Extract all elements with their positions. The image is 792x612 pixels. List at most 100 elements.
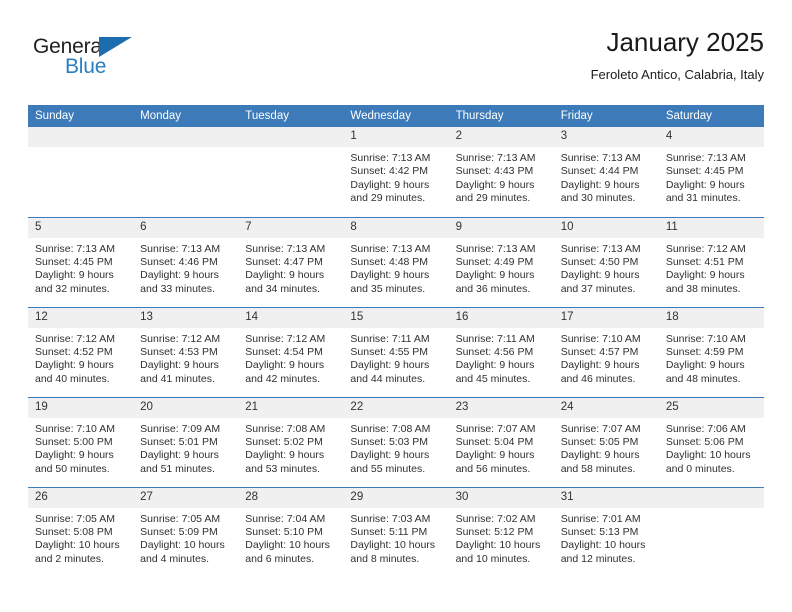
daylight-text-line1: Daylight: 9 hours (350, 449, 430, 462)
sunrise-text: Sunrise: 7:01 AM (560, 512, 641, 525)
daylight-text-line1: Daylight: 9 hours (35, 359, 114, 372)
calendar-day-cell[interactable]: 2 Sunrise: 7:13 AM Sunset: 4:43 PM Daylight… (448, 127, 554, 217)
sunset-text: Sunset: 5:09 PM (140, 525, 218, 538)
daylight-text-line1: Daylight: 9 hours (245, 449, 325, 462)
day-details: Sunrise: 7:02 AM Sunset: 5:12 PM Daylight:… (449, 508, 554, 567)
sunrise-text: Sunrise: 7:06 AM (665, 422, 746, 435)
calendar-day-cell[interactable]: 9 Sunrise: 7:13 AM Sunset: 4:49 PM Daylight… (448, 216, 554, 307)
calendar-day-cell[interactable]: 19 Sunrise: 7:10 AM Sunset: 5:00 PM Dayligh… (28, 396, 134, 487)
sunset-text: Sunset: 4:56 PM (455, 345, 534, 358)
day-details: Sunrise: 7:12 AM Sunset: 4:53 PM Daylight:… (133, 328, 238, 387)
day-number: 6 (133, 217, 239, 238)
sunrise-text: Sunrise: 7:02 AM (455, 512, 536, 525)
sunset-text: Sunset: 5:12 PM (455, 525, 534, 538)
day-details: Sunrise: 7:01 AM Sunset: 5:13 PM Daylight:… (554, 508, 659, 567)
daylight-text-line2: and 30 minutes. (560, 192, 636, 205)
daylight-text-line1: Daylight: 10 hours (35, 539, 120, 552)
day-number: 10 (553, 217, 659, 238)
calendar-day-cell[interactable]: 26 Sunrise: 7:05 AM Sunset: 5:08 PM Dayligh… (28, 486, 134, 577)
day-details: Sunrise: 7:11 AM Sunset: 4:56 PM Daylight:… (449, 328, 554, 387)
sunrise-text: Sunrise: 7:04 AM (245, 512, 326, 525)
weekday-header-row: Sunday Monday Tuesday Wednesday Thursday… (28, 105, 764, 127)
calendar-day-cell[interactable]: 30 Sunrise: 7:02 AM Sunset: 5:12 PM Dayligh… (448, 486, 554, 577)
day-number: 26 (28, 487, 134, 508)
calendar-cell-empty (28, 127, 134, 217)
calendar-day-cell[interactable]: 4 Sunrise: 7:13 AM Sunset: 4:45 PM Daylight… (658, 127, 764, 217)
calendar-day-cell[interactable]: 15 Sunrise: 7:11 AM Sunset: 4:55 PM Dayligh… (343, 306, 449, 397)
calendar-day-cell[interactable]: 1 Sunrise: 7:13 AM Sunset: 4:42 PM Daylight… (343, 127, 449, 217)
daylight-text-line1: Daylight: 10 hours (665, 449, 751, 462)
sunrise-text: Sunrise: 7:13 AM (350, 152, 431, 164)
calendar-day-cell[interactable]: 29 Sunrise: 7:03 AM Sunset: 5:11 PM Dayligh… (343, 486, 449, 577)
daylight-text-line1: Daylight: 9 hours (35, 449, 114, 462)
sunrise-text: Sunrise: 7:12 AM (140, 332, 221, 345)
daylight-text-line1: Daylight: 9 hours (455, 359, 535, 372)
sunrise-text: Sunrise: 7:05 AM (35, 512, 115, 525)
day-number (133, 127, 239, 147)
calendar-day-cell[interactable]: 31 Sunrise: 7:01 AM Sunset: 5:13 PM Dayligh… (553, 486, 659, 577)
calendar-day-cell[interactable]: 22 Sunrise: 7:08 AM Sunset: 5:03 PM Dayligh… (343, 396, 449, 487)
day-number: 12 (28, 307, 134, 328)
sunset-text: Sunset: 4:43 PM (455, 165, 534, 178)
sunset-text: Sunset: 5:11 PM (350, 525, 428, 538)
day-details: Sunrise: 7:13 AM Sunset: 4:48 PM Daylight:… (343, 238, 448, 297)
daylight-text-line2: and 41 minutes. (140, 372, 215, 385)
calendar-day-cell[interactable]: 23 Sunrise: 7:07 AM Sunset: 5:04 PM Dayligh… (448, 396, 554, 487)
calendar-day-cell[interactable]: 6 Sunrise: 7:13 AM Sunset: 4:46 PM Daylight… (133, 216, 239, 307)
calendar-day-cell[interactable]: 16 Sunrise: 7:11 AM Sunset: 4:56 PM Dayligh… (448, 306, 554, 397)
day-number: 13 (133, 307, 239, 328)
day-number: 9 (448, 217, 554, 238)
calendar-day-cell[interactable]: 25 Sunrise: 7:06 AM Sunset: 5:06 PM Dayligh… (658, 396, 764, 487)
sunrise-text: Sunrise: 7:12 AM (665, 242, 746, 255)
day-details: Sunrise: 7:11 AM Sunset: 4:55 PM Daylight:… (343, 328, 448, 387)
calendar-day-cell[interactable]: 17 Sunrise: 7:10 AM Sunset: 4:57 PM Dayligh… (553, 306, 659, 397)
calendar-day-cell[interactable]: 20 Sunrise: 7:09 AM Sunset: 5:01 PM Dayligh… (133, 396, 239, 487)
day-number (238, 127, 344, 147)
calendar-day-cell[interactable]: 24 Sunrise: 7:07 AM Sunset: 5:05 PM Dayligh… (553, 396, 659, 487)
calendar-day-cell[interactable]: 11 Sunrise: 7:12 AM Sunset: 4:51 PM Dayligh… (658, 216, 764, 307)
sunset-text: Sunset: 5:06 PM (665, 435, 744, 448)
daylight-text-line2: and 58 minutes. (560, 462, 636, 475)
calendar-day-cell[interactable]: 13 Sunrise: 7:12 AM Sunset: 4:53 PM Dayligh… (133, 306, 239, 397)
calendar-day-cell[interactable]: 14 Sunrise: 7:12 AM Sunset: 4:54 PM Dayligh… (238, 306, 344, 397)
calendar-day-cell[interactable]: 28 Sunrise: 7:04 AM Sunset: 5:10 PM Dayligh… (238, 486, 344, 577)
day-details: Sunrise: 7:09 AM Sunset: 5:01 PM Daylight:… (133, 418, 238, 477)
day-number: 14 (238, 307, 344, 328)
sunrise-text: Sunrise: 7:13 AM (350, 242, 431, 255)
daylight-text-line1: Daylight: 9 hours (665, 269, 745, 282)
calendar-day-cell[interactable]: 7 Sunrise: 7:13 AM Sunset: 4:47 PM Daylight… (238, 216, 344, 307)
column-header-sunday: Sunday (28, 105, 134, 127)
day-details: Sunrise: 7:13 AM Sunset: 4:43 PM Daylight:… (449, 147, 554, 206)
sunrise-text: Sunrise: 7:13 AM (455, 242, 536, 255)
daylight-text-line2: and 48 minutes. (665, 372, 741, 385)
general-blue-logo[interactable]: General Blue (33, 36, 168, 88)
calendar-day-cell[interactable]: 3 Sunrise: 7:13 AM Sunset: 4:44 PM Daylight… (553, 127, 659, 217)
sunrise-text: Sunrise: 7:07 AM (560, 422, 641, 435)
daylight-text-line2: and 40 minutes. (35, 372, 110, 385)
calendar-page: General Blue January 2025 Feroleto Antic… (0, 0, 792, 612)
day-number: 16 (448, 307, 554, 328)
day-number: 20 (133, 397, 239, 418)
calendar-day-cell[interactable]: 5 Sunrise: 7:13 AM Sunset: 4:45 PM Daylight… (28, 216, 134, 307)
calendar-day-cell[interactable]: 21 Sunrise: 7:08 AM Sunset: 5:02 PM Dayligh… (238, 396, 344, 487)
column-header-friday: Friday (553, 105, 659, 127)
sunset-text: Sunset: 5:02 PM (245, 435, 323, 448)
day-number: 5 (28, 217, 134, 238)
calendar-day-cell[interactable]: 10 Sunrise: 7:13 AM Sunset: 4:50 PM Dayligh… (553, 216, 659, 307)
daylight-text-line1: Daylight: 9 hours (350, 178, 430, 191)
day-number: 25 (658, 397, 764, 418)
sunset-text: Sunset: 5:05 PM (560, 435, 639, 448)
day-number: 7 (238, 217, 344, 238)
sunset-text: Sunset: 4:46 PM (140, 255, 218, 268)
daylight-text-line2: and 0 minutes. (665, 462, 735, 475)
day-number (658, 487, 764, 508)
calendar-day-cell[interactable]: 18 Sunrise: 7:10 AM Sunset: 4:59 PM Dayligh… (658, 306, 764, 397)
day-details: Sunrise: 7:07 AM Sunset: 5:04 PM Daylight:… (449, 418, 554, 477)
calendar-week-row: 26 Sunrise: 7:05 AM Sunset: 5:08 PM Dayligh… (28, 486, 764, 577)
daylight-text-line2: and 29 minutes. (455, 192, 531, 205)
calendar-day-cell[interactable]: 27 Sunrise: 7:05 AM Sunset: 5:09 PM Dayligh… (133, 486, 239, 577)
calendar-day-cell[interactable]: 12 Sunrise: 7:12 AM Sunset: 4:52 PM Dayligh… (28, 306, 134, 397)
calendar-day-cell[interactable]: 8 Sunrise: 7:13 AM Sunset: 4:48 PM Daylight… (343, 216, 449, 307)
day-details: Sunrise: 7:13 AM Sunset: 4:46 PM Daylight:… (133, 238, 238, 297)
sunset-text: Sunset: 4:48 PM (350, 255, 429, 268)
